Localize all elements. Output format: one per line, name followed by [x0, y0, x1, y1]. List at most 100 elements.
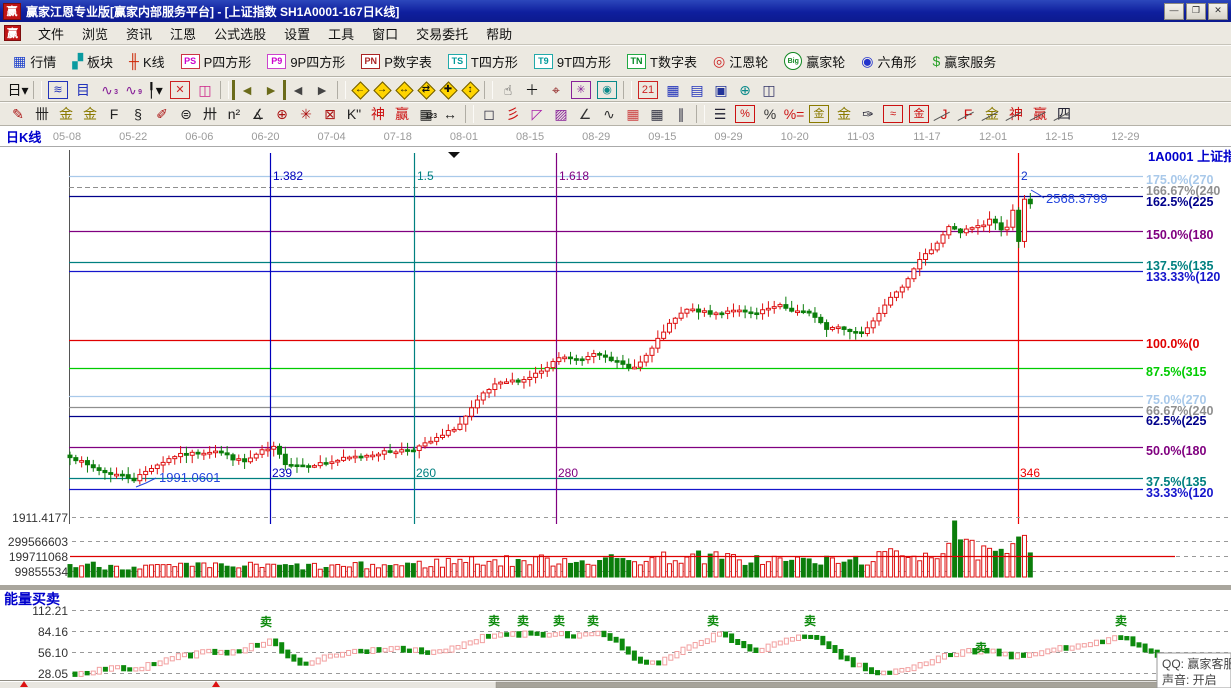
menu-item-2[interactable]: 浏览 [73, 22, 117, 45]
gann-mask-tool[interactable]: ✳ [571, 81, 591, 99]
parallel-tool[interactable]: ∥ [669, 104, 693, 124]
menu-item-1[interactable]: 文件 [29, 22, 73, 45]
web-box-tool[interactable]: ▨ [549, 104, 573, 124]
wave-tool[interactable]: ◉ [597, 81, 617, 99]
p-table-button[interactable]: PNP数字表 [354, 50, 439, 73]
save-icon[interactable]: ▣ [709, 80, 733, 100]
angle-gold-tool[interactable]: 金 [980, 104, 1004, 124]
quotes-button[interactable]: ▦行情 [6, 50, 63, 73]
last-page-button[interactable]: ► [259, 80, 286, 100]
kline-button[interactable]: ╫K线 [122, 50, 172, 73]
next-button[interactable]: ► [310, 80, 334, 100]
full-diamond[interactable]: ✚ [437, 80, 459, 100]
p-square-button[interactable]: PSP四方形 [174, 50, 259, 73]
brush-tool[interactable]: ✑ [856, 104, 880, 124]
drag-hand-tool[interactable]: ☝ [496, 80, 520, 100]
gann-fan-box-tool[interactable]: ◸ [525, 104, 549, 124]
nine-line-chart-icon[interactable]: ∿9 [119, 80, 143, 100]
color-histogram-icon[interactable]: ◫ [193, 80, 217, 100]
network-icon[interactable]: ⊕ [733, 80, 757, 100]
mirror-angle-tool[interactable]: ∡ [246, 104, 270, 124]
percent-tool[interactable]: % [758, 104, 782, 124]
gann-wheel-button[interactable]: ◎江恩轮 [706, 50, 775, 73]
formula-icon[interactable]: ✕ [170, 81, 190, 99]
three-line-chart-icon[interactable]: ∿3 [95, 80, 119, 100]
shen-tool[interactable]: 神 [366, 104, 390, 124]
gold-grid2-tool[interactable]: 金 [78, 104, 102, 124]
close-button[interactable]: ✕ [1208, 3, 1228, 20]
menu-item-3[interactable]: 资讯 [117, 22, 161, 45]
angle-f-tool[interactable]: F [956, 104, 980, 124]
service-button[interactable]: $赢家服务 [925, 50, 1003, 73]
menu-item-4[interactable]: 江恩 [161, 22, 205, 45]
compress-diamond[interactable]: ⇄ [415, 80, 437, 100]
n-square-tool[interactable]: n² [222, 104, 246, 124]
gold-circle-tool[interactable]: 金 [809, 105, 829, 123]
zoom-tool[interactable]: ⌖ [544, 80, 568, 100]
print-icon[interactable]: ◫ [757, 80, 781, 100]
trend-window-icon[interactable]: ≋ [48, 81, 68, 99]
9p-square-button[interactable]: P99P四方形 [260, 50, 352, 73]
menu-item-9[interactable]: 交易委托 [407, 22, 477, 45]
angle-shen-tool[interactable]: 神 [1004, 104, 1028, 124]
menu-item-10[interactable]: 帮助 [477, 22, 521, 45]
service-popup[interactable]: QQ: 赢家客服声音: 开启 [1157, 653, 1231, 688]
expand-diamond[interactable]: ↔ [393, 80, 415, 100]
gold-line-tool[interactable]: 金 [832, 104, 856, 124]
k-mark-tool[interactable]: K" [342, 104, 366, 124]
panel-divider[interactable] [0, 585, 1231, 590]
menu-item-7[interactable]: 工具 [319, 22, 363, 45]
menu-item-6[interactable]: 设置 [275, 22, 319, 45]
first-page-button[interactable]: ◄ [232, 80, 259, 100]
angle-four-tool[interactable]: 四 [1052, 104, 1076, 124]
rect-select-tool[interactable]: ◻ [477, 104, 501, 124]
circle-cross-tool[interactable]: ⊕ [270, 104, 294, 124]
zoom-right-diamond[interactable]: → [371, 80, 393, 100]
prev-button[interactable]: ◄ [286, 80, 310, 100]
percent-band-tool[interactable]: % [735, 105, 755, 123]
menu-item-5[interactable]: 公式选股 [205, 22, 275, 45]
minimize-button[interactable]: — [1164, 3, 1184, 20]
menu-item-8[interactable]: 窗口 [363, 22, 407, 45]
price-list-tool[interactable]: ☰ [708, 104, 732, 124]
star-web-tool[interactable]: ✳ [294, 104, 318, 124]
calculator-icon[interactable]: ▦ [661, 80, 685, 100]
9t-square-button[interactable]: T99T四方形 [527, 50, 618, 73]
restore-button[interactable]: ❐ [1186, 3, 1206, 20]
win-tool[interactable]: 赢 [390, 104, 414, 124]
percent-line-tool[interactable]: %= [782, 104, 806, 124]
zoom-left-diamond[interactable]: ← [349, 80, 371, 100]
trend-angle-tool[interactable]: ∠ [573, 104, 597, 124]
gold-grid-tool[interactable]: 金 [54, 104, 78, 124]
fit-diamond[interactable]: ↕ [459, 80, 481, 100]
gann-grid-tool[interactable]: 卌 [30, 104, 54, 124]
period-day-dropdown[interactable]: 日▾ [6, 80, 30, 100]
fan-lines-tool[interactable]: 彡 [501, 104, 525, 124]
gold-box-tool[interactable]: 金 [909, 105, 929, 123]
calendar-icon[interactable]: 21 [638, 81, 658, 99]
grid-red-tool[interactable]: ▦ [621, 104, 645, 124]
spiral-tool[interactable]: § [126, 104, 150, 124]
draw-knife-tool[interactable]: ✎ [6, 104, 30, 124]
f10-info-icon[interactable]: 目 [71, 80, 95, 100]
angle-j-tool[interactable]: J [932, 104, 956, 124]
width-measure-tool[interactable]: ↔ [438, 104, 462, 124]
t-square-button[interactable]: TST四方形 [441, 50, 525, 73]
circle-grid-tool[interactable]: ⊜ [174, 104, 198, 124]
line-grid-tool[interactable]: 卅 [198, 104, 222, 124]
sectors-button[interactable]: ▞板块 [65, 50, 120, 73]
crosshair-tool[interactable]: ＋ [520, 80, 544, 100]
knife2-tool[interactable]: ✐ [150, 104, 174, 124]
winner-wheel-button[interactable]: Big赢家轮 [777, 50, 852, 73]
hexagon-button[interactable]: ◉六角形 [854, 50, 923, 73]
zigzag-tool[interactable]: ∿ [597, 104, 621, 124]
t-table-button[interactable]: TNT数字表 [620, 50, 704, 73]
chart-area[interactable]: 日K线05-0805-2206-0606-2007-0407-1808-0108… [0, 126, 1231, 688]
candle-style-dropdown[interactable]: ╿▾ [143, 80, 167, 100]
scrollbar-thumb[interactable] [496, 682, 1160, 688]
web-grid-tool[interactable]: ⊠ [318, 104, 342, 124]
angle-win-tool[interactable]: 赢 [1028, 104, 1052, 124]
grid-123-tool[interactable]: ▦123 [414, 104, 438, 124]
grid-dark-tool[interactable]: ▦ [645, 104, 669, 124]
notepad-icon[interactable]: ▤ [685, 80, 709, 100]
